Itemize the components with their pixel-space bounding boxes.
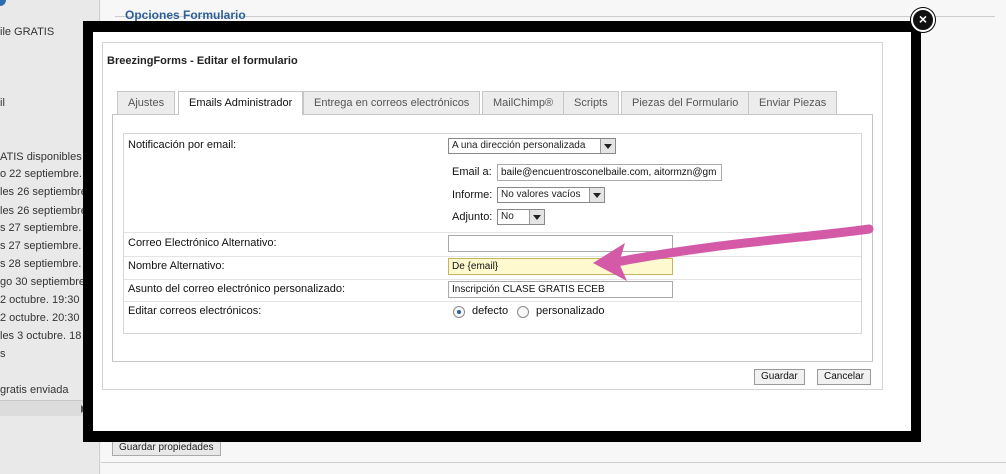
radio-custom-label[interactable]: personalizado bbox=[536, 305, 605, 317]
tab-mailchimp[interactable]: MailChimp® bbox=[482, 91, 565, 114]
report-select[interactable]: No valores vacíos bbox=[497, 187, 605, 203]
email-to-label: Email a: bbox=[452, 166, 492, 178]
tab-emails-administrador[interactable]: Emails Administrador bbox=[178, 91, 304, 115]
radio-custom[interactable] bbox=[517, 306, 529, 318]
report-select-value: No valores vacíos bbox=[501, 189, 581, 200]
subject-label: Asunto del correo electrónico personaliz… bbox=[128, 283, 346, 295]
alt-email-label: Correo Electrónico Alternativo: bbox=[128, 237, 277, 249]
notification-label: Notificación por email: bbox=[128, 139, 237, 151]
tab-ajustes[interactable]: Ajustes bbox=[117, 91, 176, 114]
notification-select[interactable]: A una dirección personalizada bbox=[448, 138, 616, 154]
page-title: BreezingForms - Editar el formulario bbox=[107, 55, 298, 67]
attachment-select[interactable]: No bbox=[497, 209, 545, 225]
row-divider bbox=[124, 301, 861, 302]
alt-name-label: Nombre Alternativo: bbox=[128, 260, 225, 272]
radio-default-label[interactable]: defecto bbox=[472, 305, 508, 317]
save-button[interactable]: Guardar bbox=[754, 369, 805, 385]
close-icon[interactable]: × bbox=[911, 8, 935, 32]
notification-select-value: A una dirección personalizada bbox=[452, 140, 586, 151]
attachment-select-value: No bbox=[501, 211, 514, 222]
fieldset-divider bbox=[115, 16, 995, 17]
tab-enviar-piezas[interactable]: Enviar Piezas bbox=[748, 91, 838, 114]
chevron-down-icon[interactable] bbox=[529, 210, 544, 224]
tab-scripts[interactable]: Scripts bbox=[563, 91, 619, 114]
chevron-down-icon[interactable] bbox=[589, 188, 604, 202]
edit-emails-label: Editar correos electrónicos: bbox=[128, 305, 262, 317]
report-label: Informe: bbox=[452, 189, 493, 201]
tab-entrega-correos[interactable]: Entrega en correos electrónicos bbox=[303, 91, 481, 114]
attachment-label: Adjunto: bbox=[452, 211, 493, 223]
blue-circle-icon bbox=[0, 0, 6, 6]
fieldset-title: Opciones Formulario bbox=[125, 8, 246, 22]
bottom-divider bbox=[101, 462, 1006, 463]
chevron-down-icon[interactable] bbox=[600, 139, 615, 153]
radio-default[interactable] bbox=[453, 306, 465, 318]
cancel-button[interactable]: Cancelar bbox=[817, 369, 872, 385]
tab-piezas-formulario[interactable]: Piezas del Formulario bbox=[621, 91, 750, 114]
email-to-input[interactable]: baile@encuentrosconelbaile.com, aitormzn… bbox=[497, 164, 722, 181]
annotation-arrow-icon bbox=[593, 224, 874, 281]
save-properties-button[interactable]: Guardar propiedades bbox=[112, 440, 221, 456]
